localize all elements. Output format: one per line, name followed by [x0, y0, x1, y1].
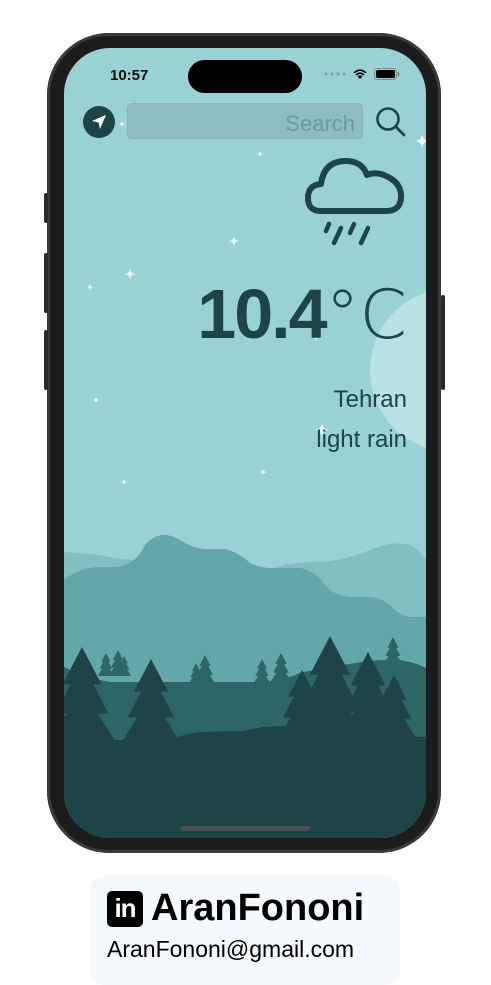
app-screen: 10:57 10.4°C Tehran light rain — [64, 48, 426, 838]
author-name-row[interactable]: in AranFononi — [107, 887, 364, 930]
search-input[interactable] — [127, 103, 363, 139]
temperature-display: 10.4°C — [197, 274, 407, 355]
star — [124, 268, 136, 280]
temperature-unit: °C — [325, 276, 407, 355]
action-button — [44, 193, 48, 223]
cellular-signal-icon — [324, 72, 346, 76]
star — [256, 150, 264, 158]
star — [120, 478, 128, 486]
author-email[interactable]: AranFononi@gmail.com — [107, 936, 354, 963]
volume-down-button — [44, 330, 48, 390]
star — [92, 396, 100, 404]
power-button — [441, 295, 445, 390]
status-time: 10:57 — [110, 67, 149, 84]
dynamic-island — [188, 60, 302, 93]
home-indicator[interactable] — [180, 826, 310, 831]
battery-icon — [374, 68, 400, 80]
search-icon — [376, 107, 406, 137]
star — [86, 283, 94, 291]
star — [228, 235, 240, 247]
current-location-button[interactable] — [83, 106, 115, 138]
volume-up-button — [44, 253, 48, 313]
weather-description: light rain — [316, 426, 407, 453]
star — [414, 133, 426, 149]
linkedin-icon: in — [107, 890, 143, 927]
city-name: Tehran — [333, 386, 407, 413]
location-arrow-icon — [92, 115, 106, 129]
foreground-hill — [64, 725, 426, 838]
temperature-value: 10.4 — [197, 275, 327, 353]
search-button[interactable] — [374, 105, 408, 144]
star — [118, 120, 126, 128]
cloud-rain-icon — [305, 158, 405, 246]
status-icons — [324, 68, 400, 80]
author-name: AranFononi — [151, 887, 365, 929]
star — [259, 468, 267, 476]
wifi-icon — [353, 69, 367, 79]
